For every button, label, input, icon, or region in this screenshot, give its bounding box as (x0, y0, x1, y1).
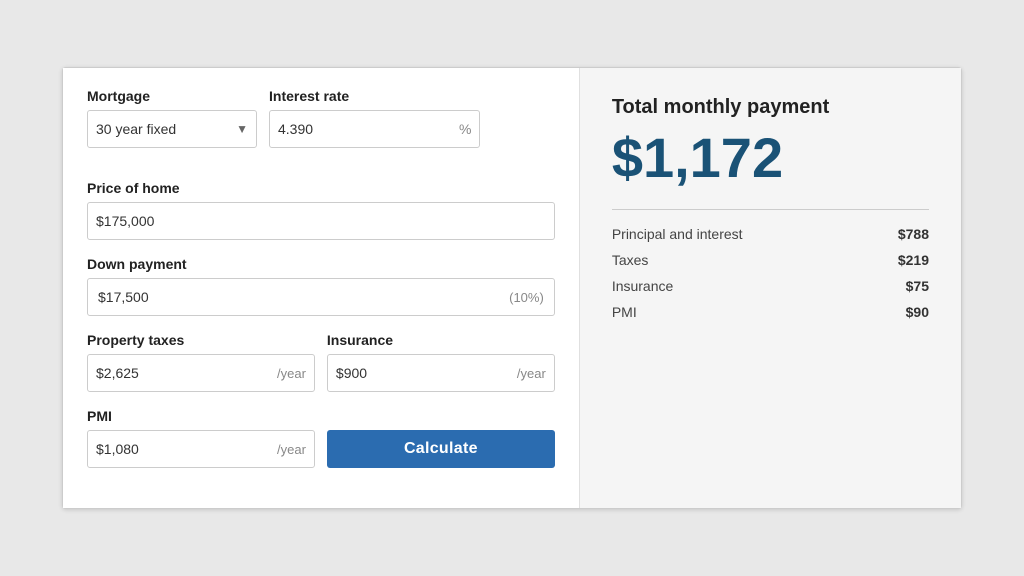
pmi-label: PMI (87, 408, 555, 424)
breakdown-name: Principal and interest (612, 226, 743, 242)
total-label: Total monthly payment (612, 96, 929, 119)
breakdown-row: PMI $90 (612, 304, 929, 320)
mortgage-select-wrapper[interactable]: 30 year fixed 15 year fixed 5/1 ARM ▼ (87, 110, 257, 148)
price-field-group: Price of home (87, 180, 555, 240)
divider (612, 209, 929, 210)
breakdown-value: $75 (906, 278, 929, 294)
interest-suffix: % (459, 121, 471, 137)
insurance-suffix: /year (517, 366, 546, 381)
pmi-input[interactable] (96, 441, 277, 457)
breakdown-name: Taxes (612, 252, 649, 268)
breakdown-name: Insurance (612, 278, 673, 294)
down-field-group: Down payment (10%) (87, 256, 555, 316)
insurance-field-group: Insurance /year (327, 332, 555, 392)
mortgage-interest-row: Mortgage 30 year fixed 15 year fixed 5/1… (87, 88, 555, 164)
taxes-input[interactable] (96, 365, 277, 381)
interest-label: Interest rate (269, 88, 480, 104)
calculate-button[interactable]: Calculate (327, 430, 555, 468)
breakdown-value: $219 (898, 252, 929, 268)
price-input-wrapper (87, 202, 555, 240)
insurance-input-wrapper: /year (327, 354, 555, 392)
interest-input[interactable] (278, 121, 459, 137)
pmi-input-wrapper: /year (87, 430, 315, 468)
breakdown-row: Insurance $75 (612, 278, 929, 294)
pmi-input-group: /year (87, 430, 315, 468)
pmi-suffix: /year (277, 442, 306, 457)
right-panel: Total monthly payment $1,172 Principal a… (580, 68, 961, 508)
breakdown-row: Taxes $219 (612, 252, 929, 268)
price-input[interactable] (96, 213, 546, 229)
taxes-insurance-row: Property taxes /year Insurance /year (87, 332, 555, 408)
total-amount: $1,172 (612, 127, 929, 189)
insurance-input[interactable] (336, 365, 517, 381)
breakdown-value: $788 (898, 226, 929, 242)
down-input-wrapper: (10%) (87, 278, 555, 316)
breakdown-row: Principal and interest $788 (612, 226, 929, 242)
chevron-down-icon: ▼ (236, 122, 248, 136)
property-label: Property taxes (87, 332, 315, 348)
down-label: Down payment (87, 256, 555, 272)
down-input[interactable] (98, 289, 509, 305)
interest-input-wrapper: % (269, 110, 480, 148)
breakdown-value: $90 (906, 304, 929, 320)
insurance-label: Insurance (327, 332, 555, 348)
taxes-field-group: Property taxes /year (87, 332, 315, 392)
breakdown-list: Principal and interest $788 Taxes $219 Insur… (612, 226, 929, 320)
pmi-field-group: PMI /year Calculate (87, 408, 555, 468)
down-suffix: (10%) (509, 290, 544, 305)
mortgage-select[interactable]: 30 year fixed 15 year fixed 5/1 ARM (96, 121, 232, 137)
breakdown-name: PMI (612, 304, 637, 320)
taxes-input-wrapper: /year (87, 354, 315, 392)
pmi-calculate-row: /year Calculate (87, 430, 555, 468)
left-panel: Mortgage 30 year fixed 15 year fixed 5/1… (63, 68, 580, 508)
mortgage-field-group: Mortgage 30 year fixed 15 year fixed 5/1… (87, 88, 257, 148)
interest-field-group: Interest rate % (269, 88, 480, 148)
taxes-suffix: /year (277, 366, 306, 381)
price-label: Price of home (87, 180, 555, 196)
calculator-container: Mortgage 30 year fixed 15 year fixed 5/1… (62, 67, 962, 509)
mortgage-label: Mortgage (87, 88, 257, 104)
